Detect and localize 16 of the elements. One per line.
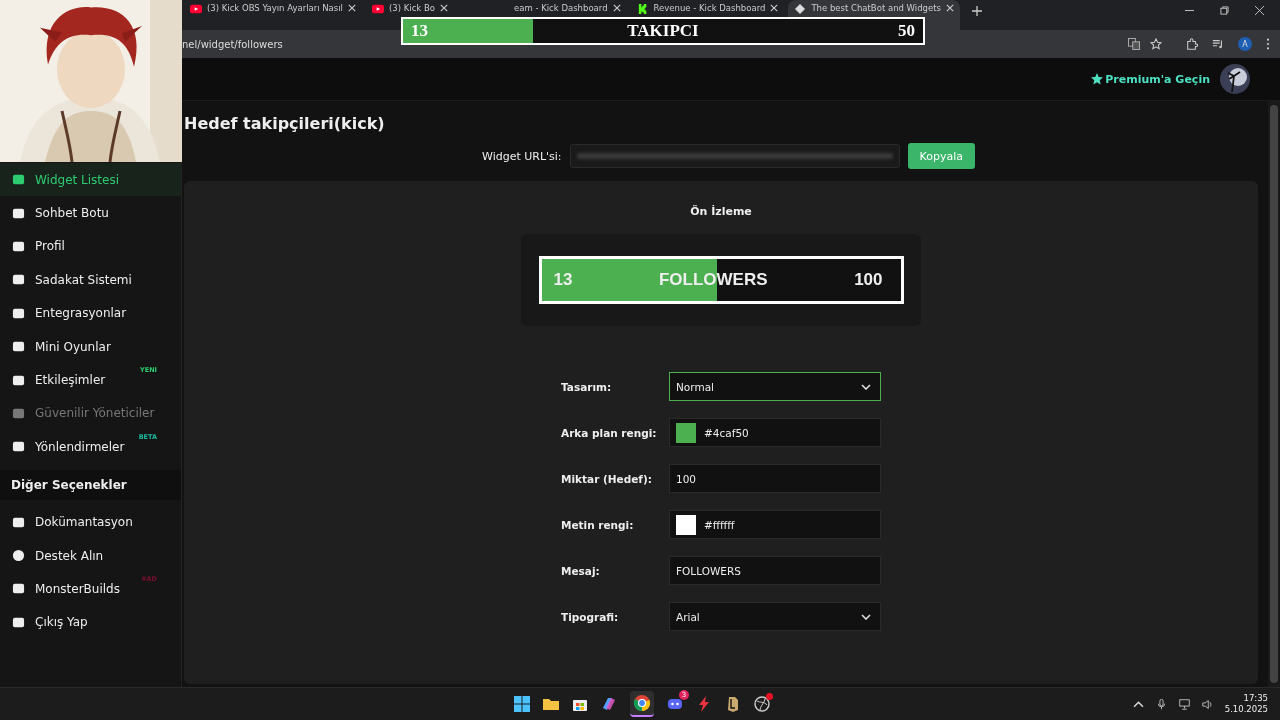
field-label: Mesaj:	[561, 564, 601, 577]
section-title: Diğer Seçenekler	[0, 469, 181, 500]
page-title: Hedef takipçileri(kick)	[184, 114, 386, 133]
url-label: Widget URL'si:	[482, 149, 562, 163]
field-label: Miktar (Hedef):	[561, 472, 653, 485]
field-label: Tipografi:	[561, 610, 620, 623]
field-label: Arka plan rengi:	[561, 426, 658, 439]
goal-current: 13	[553, 270, 573, 290]
overlay-message: TAKIPCI	[627, 21, 699, 41]
field-label: Metin rengi:	[561, 518, 635, 531]
goal-target: 100	[854, 270, 883, 290]
clock-time: 17:35	[1243, 693, 1268, 704]
preview-title: Ön İzleme	[690, 205, 752, 218]
field-label: Tasarım:	[561, 380, 613, 393]
clock-date: 5.10.2025	[1224, 704, 1268, 715]
overlay-current: 13	[411, 21, 428, 41]
